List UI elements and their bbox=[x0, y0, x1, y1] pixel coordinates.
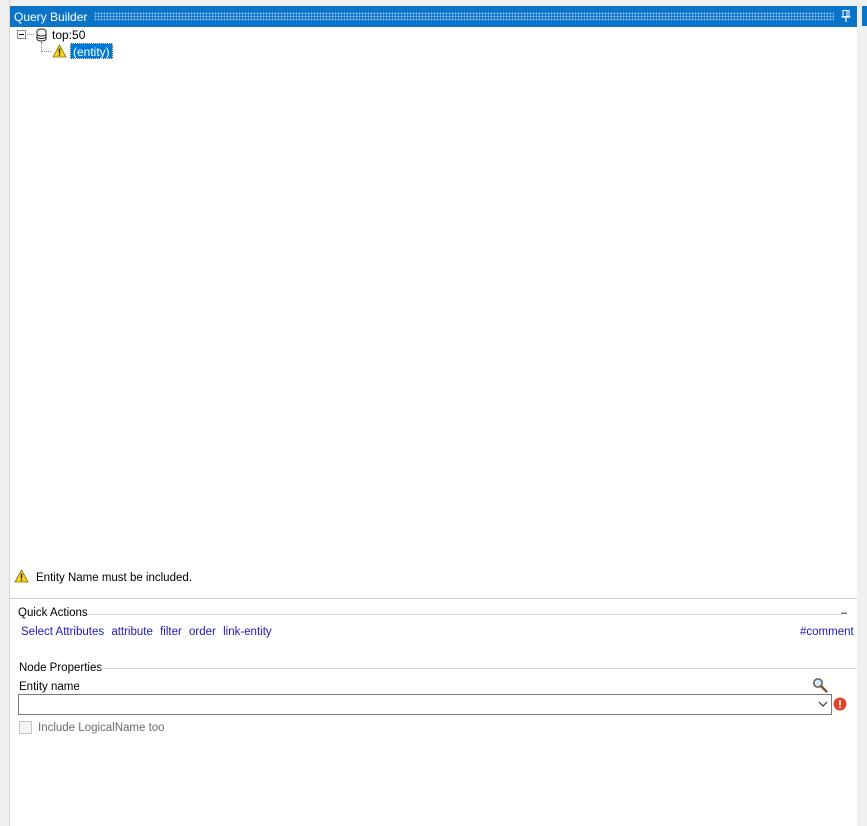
dock-tab-indicator[interactable] bbox=[862, 6, 867, 26]
quick-actions-collapse-button[interactable]: – bbox=[839, 607, 849, 619]
entity-name-label: Entity name bbox=[19, 681, 80, 693]
quick-actions-rule bbox=[88, 614, 842, 615]
collapse-toggle[interactable] bbox=[17, 30, 26, 39]
titlebar-grip bbox=[94, 12, 834, 21]
include-logicalname-label: Include LogicalName too bbox=[38, 722, 165, 734]
tree-connector bbox=[27, 34, 34, 35]
node-properties-title: Node Properties bbox=[19, 662, 103, 674]
error-icon bbox=[833, 697, 847, 711]
database-icon bbox=[36, 28, 47, 42]
chevron-down-icon[interactable] bbox=[817, 698, 829, 710]
tree-node-entity[interactable]: (entity) bbox=[70, 43, 113, 59]
quick-actions-title: Quick Actions bbox=[18, 607, 88, 619]
node-properties-rule bbox=[98, 668, 857, 669]
filter-link[interactable]: filter bbox=[160, 626, 182, 638]
quick-action-links: Select Attributes attribute filter order… bbox=[21, 626, 276, 638]
comment-link[interactable]: #comment bbox=[800, 626, 854, 638]
pin-icon[interactable] bbox=[839, 9, 853, 23]
panel-title: Query Builder bbox=[14, 10, 88, 24]
search-icon[interactable] bbox=[812, 677, 828, 693]
link-entity-link[interactable]: link-entity bbox=[223, 626, 272, 638]
section-divider bbox=[10, 598, 857, 599]
left-dock-strip bbox=[0, 0, 10, 826]
attribute-link[interactable]: attribute bbox=[111, 626, 153, 638]
warning-icon bbox=[14, 569, 29, 583]
panel-titlebar[interactable]: Query Builder bbox=[10, 6, 857, 27]
order-link[interactable]: order bbox=[189, 626, 216, 638]
query-builder-panel: Query Builder top:50 (entity) Entity Nam… bbox=[10, 6, 857, 826]
validation-message: Entity Name must be included. bbox=[36, 572, 192, 584]
warning-icon bbox=[52, 44, 67, 58]
entity-name-dropdown[interactable] bbox=[18, 694, 832, 715]
tree-root-label[interactable]: top:50 bbox=[52, 28, 85, 42]
right-dock-strip bbox=[857, 0, 867, 826]
query-tree[interactable]: top:50 (entity) bbox=[10, 27, 857, 562]
select-attributes-link[interactable]: Select Attributes bbox=[21, 626, 104, 638]
include-logicalname-checkbox[interactable] bbox=[19, 721, 32, 734]
tree-connector bbox=[41, 51, 51, 52]
